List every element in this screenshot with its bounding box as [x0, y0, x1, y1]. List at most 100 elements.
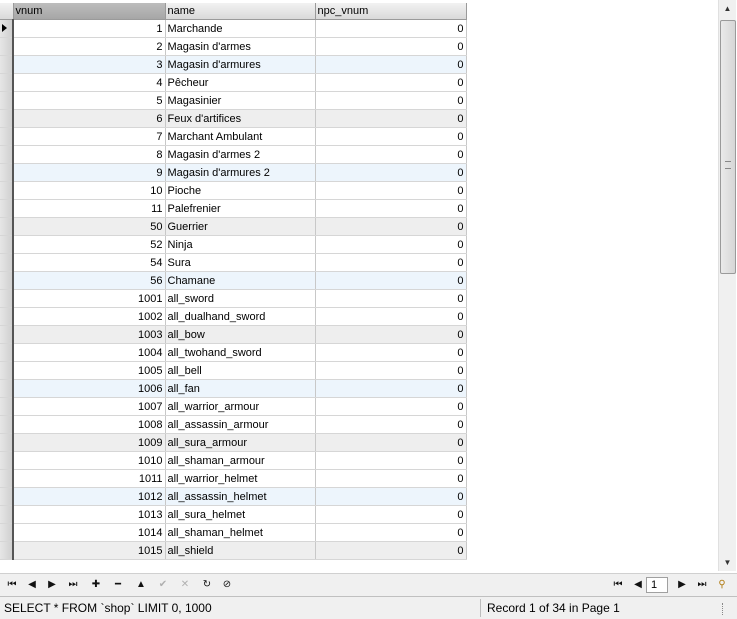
table-row[interactable]: 4 Pêcheur 0	[0, 73, 467, 92]
table-row[interactable]: 1 Marchande 0	[0, 19, 467, 38]
grid-body[interactable]: 1 Marchande 0 2 Magasin d'armes 0 3 Magasin d'a…	[0, 19, 467, 560]
cell-npc-vnum[interactable]: 0	[315, 91, 467, 110]
cell-vnum[interactable]: 8	[13, 145, 166, 164]
cell-npc-vnum[interactable]: 0	[315, 487, 467, 506]
row-indicator[interactable]	[0, 271, 14, 290]
cell-vnum[interactable]: 1012	[13, 487, 166, 506]
results-table[interactable]: vnum name npc_vnum 1 Marchande 0 2 Magasin d…	[0, 3, 467, 560]
cell-name[interactable]: all_fan	[165, 379, 316, 398]
cell-name[interactable]: all_sura_helmet	[165, 505, 316, 524]
cell-name[interactable]: all_sword	[165, 289, 316, 308]
cell-name[interactable]: all_warrior_armour	[165, 397, 316, 416]
cell-vnum[interactable]: 6	[13, 109, 166, 128]
row-indicator[interactable]	[0, 451, 14, 470]
table-row[interactable]: 3 Magasin d'armures 0	[0, 55, 467, 74]
table-row[interactable]: 11 Palefrenier 0	[0, 199, 467, 218]
cell-vnum[interactable]: 1013	[13, 505, 166, 524]
cell-vnum[interactable]: 1004	[13, 343, 166, 362]
cell-vnum[interactable]: 4	[13, 73, 166, 92]
cell-npc-vnum[interactable]: 0	[315, 343, 467, 362]
cell-vnum[interactable]: 1	[13, 19, 166, 38]
row-indicator[interactable]	[0, 487, 14, 506]
row-indicator[interactable]	[0, 469, 14, 488]
row-indicator[interactable]	[0, 253, 14, 272]
cell-npc-vnum[interactable]: 0	[315, 451, 467, 470]
table-row[interactable]: 1001 all_sword 0	[0, 289, 467, 308]
cell-npc-vnum[interactable]: 0	[315, 109, 467, 128]
last-record-button[interactable]: ⏭	[65, 577, 81, 593]
current-row-indicator-icon[interactable]	[0, 19, 14, 38]
cell-name[interactable]: all_bell	[165, 361, 316, 380]
cell-npc-vnum[interactable]: 0	[315, 523, 467, 542]
cell-vnum[interactable]: 2	[13, 37, 166, 56]
cell-npc-vnum[interactable]: 0	[315, 127, 467, 146]
table-row[interactable]: 1005 all_bell 0	[0, 361, 467, 380]
row-indicator[interactable]	[0, 505, 14, 524]
stop-button[interactable]: ⊘	[219, 577, 235, 593]
table-row[interactable]: 52 Ninja 0	[0, 235, 467, 254]
cell-name[interactable]: Ninja	[165, 235, 316, 254]
cell-name[interactable]: all_shield	[165, 541, 316, 560]
cell-name[interactable]: Chamane	[165, 271, 316, 290]
row-indicator[interactable]	[0, 73, 14, 92]
row-indicator[interactable]	[0, 397, 14, 416]
cell-vnum[interactable]: 1011	[13, 469, 166, 488]
edit-record-button[interactable]: ▲	[133, 577, 149, 593]
table-row[interactable]: 1011 all_warrior_helmet 0	[0, 469, 467, 488]
cell-vnum[interactable]: 9	[13, 163, 166, 182]
row-indicator[interactable]	[0, 289, 14, 308]
cell-vnum[interactable]: 1007	[13, 397, 166, 416]
cell-npc-vnum[interactable]: 0	[315, 415, 467, 434]
cell-npc-vnum[interactable]: 0	[315, 253, 467, 272]
row-indicator[interactable]	[0, 109, 14, 128]
cell-name[interactable]: all_assassin_helmet	[165, 487, 316, 506]
row-indicator[interactable]	[0, 415, 14, 434]
cell-vnum[interactable]: 1009	[13, 433, 166, 452]
table-row[interactable]: 50 Guerrier 0	[0, 217, 467, 236]
cell-npc-vnum[interactable]: 0	[315, 307, 467, 326]
first-record-button[interactable]: ⏮	[4, 577, 20, 593]
cell-name[interactable]: Magasin d'armes	[165, 37, 316, 56]
cell-vnum[interactable]: 1015	[13, 541, 166, 560]
column-header-npc-vnum[interactable]: npc_vnum	[315, 3, 467, 20]
row-indicator[interactable]	[0, 199, 14, 218]
prev-record-button[interactable]: ◀	[24, 577, 40, 593]
cell-npc-vnum[interactable]: 0	[315, 19, 467, 38]
refresh-button[interactable]: ↻	[199, 577, 215, 593]
row-indicator[interactable]	[0, 523, 14, 542]
cell-vnum[interactable]: 1005	[13, 361, 166, 380]
cell-name[interactable]: all_assassin_armour	[165, 415, 316, 434]
table-row[interactable]: 1004 all_twohand_sword 0	[0, 343, 467, 362]
table-row[interactable]: 1010 all_shaman_armour 0	[0, 451, 467, 470]
vertical-scrollbar[interactable]: ▲ ▼	[718, 0, 736, 571]
row-indicator[interactable]	[0, 433, 14, 452]
table-row[interactable]: 2 Magasin d'armes 0	[0, 37, 467, 56]
row-indicator[interactable]	[0, 541, 14, 560]
table-row[interactable]: 1013 all_sura_helmet 0	[0, 505, 467, 524]
cell-name[interactable]: Magasin d'armes 2	[165, 145, 316, 164]
row-indicator[interactable]	[0, 91, 14, 110]
table-row[interactable]: 1012 all_assassin_helmet 0	[0, 487, 467, 506]
cell-vnum[interactable]: 56	[13, 271, 166, 290]
pager-first-button[interactable]: ⏮	[610, 577, 626, 593]
cell-name[interactable]: Palefrenier	[165, 199, 316, 218]
cell-name[interactable]: Pêcheur	[165, 73, 316, 92]
cell-npc-vnum[interactable]: 0	[315, 37, 467, 56]
cell-vnum[interactable]: 7	[13, 127, 166, 146]
cell-vnum[interactable]: 50	[13, 217, 166, 236]
cell-npc-vnum[interactable]: 0	[315, 55, 467, 74]
cell-vnum[interactable]: 1002	[13, 307, 166, 326]
table-row[interactable]: 8 Magasin d'armes 20	[0, 145, 467, 164]
cell-name[interactable]: Magasinier	[165, 91, 316, 110]
cell-name[interactable]: all_dualhand_sword	[165, 307, 316, 326]
row-indicator[interactable]	[0, 55, 14, 74]
cell-vnum[interactable]: 10	[13, 181, 166, 200]
cell-npc-vnum[interactable]: 0	[315, 361, 467, 380]
table-row[interactable]: 10 Pioche 0	[0, 181, 467, 200]
next-record-button[interactable]: ▶	[44, 577, 60, 593]
pager-last-button[interactable]: ⏭	[694, 577, 710, 593]
pager-prev-button[interactable]: ◀	[630, 577, 646, 593]
cell-name[interactable]: Marchande	[165, 19, 316, 38]
cell-name[interactable]: all_warrior_helmet	[165, 469, 316, 488]
cell-name[interactable]: all_shaman_armour	[165, 451, 316, 470]
